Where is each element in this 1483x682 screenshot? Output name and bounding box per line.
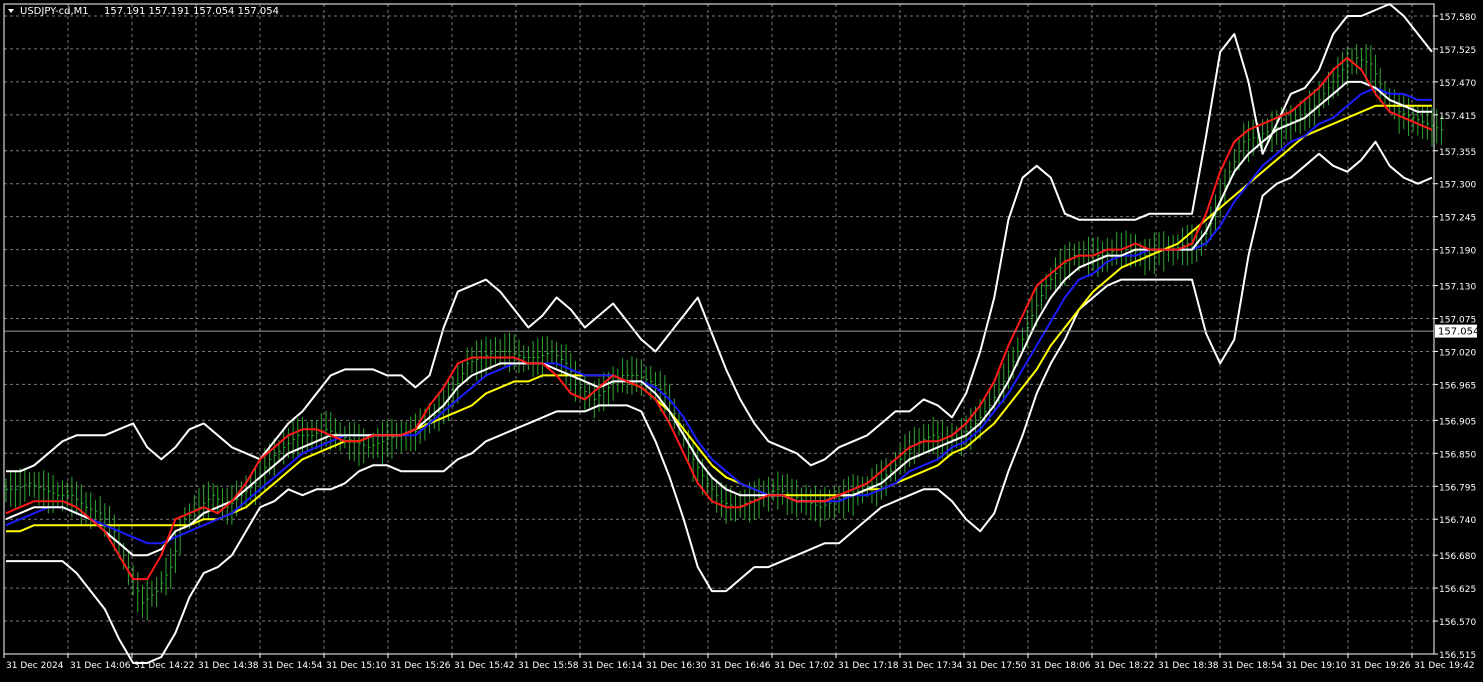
x-tick-label: 31 Dec 18:22 [1094, 661, 1155, 671]
y-tick-label: 156.625 [1439, 585, 1476, 595]
x-tick-label: 31 Dec 15:42 [454, 661, 515, 671]
x-tick-label: 31 Dec 18:06 [1030, 661, 1091, 671]
x-tick-label: 31 Dec 14:06 [70, 661, 131, 671]
x-tick-label: 31 Dec 17:50 [966, 661, 1027, 671]
y-tick-label: 157.190 [1439, 247, 1476, 257]
x-tick-label: 31 Dec 19:26 [1350, 661, 1411, 671]
y-tick-label: 157.130 [1439, 283, 1476, 293]
y-tick-label: 157.245 [1439, 214, 1476, 224]
symbol-timeframe-label: USDJPY-cd,M1 [20, 6, 89, 17]
x-tick-label: 31 Dec 16:46 [710, 661, 771, 671]
x-tick-label: 31 Dec 17:34 [902, 661, 963, 671]
y-tick-label: 156.850 [1439, 450, 1476, 460]
x-tick-label: 31 Dec 2024 [6, 661, 64, 671]
chart[interactable]: 157.580 157.525 157.470 157.415 157.355 157.3… [0, 0, 1483, 678]
x-tick-label: 31 Dec 14:22 [134, 661, 195, 671]
x-tick-label: 31 Dec 17:02 [774, 661, 835, 671]
x-tick-label: 31 Dec 15:26 [390, 661, 451, 671]
y-tick-label: 156.515 [1439, 651, 1476, 661]
x-tick-label: 31 Dec 16:14 [582, 661, 643, 671]
y-tick-label: 157.580 [1439, 13, 1476, 23]
x-tick-label: 31 Dec 16:30 [646, 661, 707, 671]
y-tick-label: 157.020 [1439, 348, 1476, 358]
y-tick-label: 156.965 [1439, 381, 1476, 391]
y-tick-label: 157.415 [1439, 112, 1476, 122]
x-tick-label: 31 Dec 15:10 [326, 661, 387, 671]
y-tick-label: 157.075 [1439, 316, 1476, 326]
x-tick-label: 31 Dec 15:58 [518, 661, 579, 671]
chart-background [0, 0, 1483, 678]
y-tick-label: 157.300 [1439, 181, 1476, 191]
y-tick-label: 156.740 [1439, 516, 1476, 526]
x-tick-label: 31 Dec 14:38 [198, 661, 259, 671]
price-tag-label: 157.054 [1438, 327, 1479, 338]
y-tick-label: 157.525 [1439, 46, 1476, 56]
x-tick-label: 31 Dec 17:18 [838, 661, 899, 671]
chart-svg[interactable]: 157.580 157.525 157.470 157.415 157.355 157.3… [0, 0, 1483, 678]
y-tick-label: 156.680 [1439, 552, 1476, 562]
x-tick-label: 31 Dec 18:54 [1222, 661, 1283, 671]
y-tick-label: 156.905 [1439, 417, 1476, 427]
y-tick-label: 156.570 [1439, 618, 1476, 628]
y-tick-label: 157.470 [1439, 79, 1476, 89]
x-tick-label: 31 Dec 19:42 [1414, 661, 1475, 671]
x-tick-label: 31 Dec 18:38 [1158, 661, 1219, 671]
x-tick-label: 31 Dec 19:10 [1286, 661, 1347, 671]
x-tick-label: 31 Dec 14:54 [262, 661, 323, 671]
price-tag: 157.054 [1435, 324, 1479, 338]
y-tick-label: 157.355 [1439, 148, 1476, 158]
ohlc-readout: 157.191 157.191 157.054 157.054 [104, 6, 279, 17]
y-tick-label: 156.795 [1439, 483, 1476, 493]
